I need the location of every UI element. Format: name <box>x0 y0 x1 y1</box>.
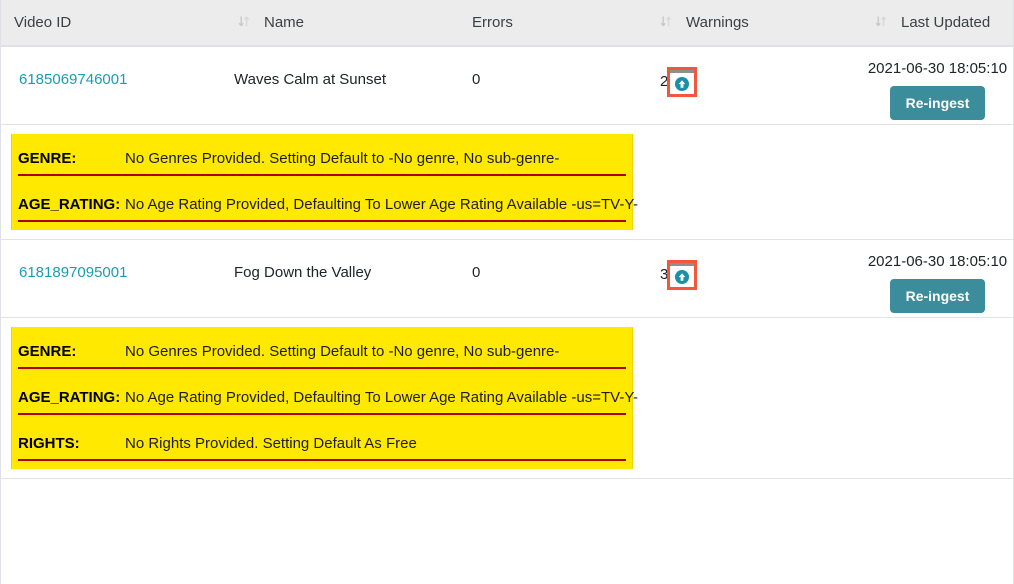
cell-errors: 0 <box>472 264 481 281</box>
arrow-up-circle-icon <box>674 269 690 285</box>
cell-errors: 0 <box>472 71 481 88</box>
warnings-toggle-button[interactable] <box>667 67 698 97</box>
sort-updown-icon[interactable] <box>660 15 672 30</box>
warnings-panel: GENRE: No Genres Provided. Setting Defau… <box>11 327 638 469</box>
cell-video-id: 6185069746001 <box>1 47 225 124</box>
cell-video-id: 6181897095001 <box>1 240 225 317</box>
column-header-last-updated-label: Last Updated <box>901 14 991 31</box>
warning-key: GENRE: <box>18 150 77 167</box>
column-header-video-id[interactable]: Video ID <box>1 14 225 31</box>
warning-entry: AGE_RATING: No Age Rating Provided, Defa… <box>12 369 638 415</box>
sort-updown-icon[interactable] <box>238 15 250 30</box>
last-updated-timestamp: 2021-06-30 18:05:10 <box>867 253 1008 270</box>
warning-entry: GENRE: No Genres Provided. Setting Defau… <box>12 327 632 369</box>
warning-entry: AGE_RATING: No Age Rating Provided, Defa… <box>12 176 638 222</box>
table-row: 6181897095001 Fog Down the Valley 0 3 20… <box>1 240 1013 318</box>
warning-key: AGE_RATING: <box>18 196 121 213</box>
warning-value: No Genres Provided. Setting Default to -… <box>125 150 560 167</box>
column-header-errors[interactable]: Errors <box>439 14 647 31</box>
warnings-panel: GENRE: No Genres Provided. Setting Defau… <box>11 134 638 230</box>
column-header-name-label: Name <box>264 14 305 31</box>
warning-value: No Rights Provided. Setting Default As F… <box>125 435 417 452</box>
column-header-video-id-label: Video ID <box>14 14 72 31</box>
last-updated-timestamp: 2021-06-30 18:05:10 <box>867 60 1008 77</box>
table-header-row: Video ID Name Errors Warnings Last Updat… <box>1 0 1013 47</box>
warnings-count: 2 <box>660 73 669 90</box>
reingest-button[interactable]: Re-ingest <box>889 86 986 120</box>
cell-last-updated: 2021-06-30 18:05:10 Re-ingest <box>862 240 1013 317</box>
cell-last-updated: 2021-06-30 18:05:10 Re-ingest <box>862 47 1013 124</box>
cell-name: Fog Down the Valley <box>234 264 372 281</box>
warning-value: No Genres Provided. Setting Default to -… <box>125 343 560 360</box>
warning-entry: GENRE: No Genres Provided. Setting Defau… <box>12 134 632 176</box>
cell-name: Waves Calm at Sunset <box>234 71 386 88</box>
video-id-link[interactable]: 6185069746001 <box>19 71 127 88</box>
warnings-count: 3 <box>660 266 669 283</box>
table-row: 6185069746001 Waves Calm at Sunset 0 2 2… <box>1 47 1013 125</box>
warning-key: AGE_RATING: <box>18 389 121 406</box>
warning-value: No Age Rating Provided, Defaulting To Lo… <box>125 196 638 213</box>
warning-value: No Age Rating Provided, Defaulting To Lo… <box>125 389 638 406</box>
column-header-warnings[interactable]: Warnings <box>647 14 862 31</box>
warning-key: GENRE: <box>18 343 77 360</box>
arrow-up-circle-icon <box>674 76 690 92</box>
column-header-errors-label: Errors <box>472 14 513 31</box>
warnings-detail-row: GENRE: No Genres Provided. Setting Defau… <box>1 134 1013 240</box>
video-id-link[interactable]: 6181897095001 <box>19 264 127 281</box>
column-header-name[interactable]: Name <box>225 14 439 31</box>
video-ingest-table: Video ID Name Errors Warnings Last Updat… <box>0 0 1014 584</box>
warning-entry: RIGHTS: No Rights Provided. Setting Defa… <box>12 415 632 461</box>
cell-warnings: 3 <box>647 240 862 317</box>
cell-warnings: 2 <box>647 47 862 124</box>
sort-updown-icon[interactable] <box>875 15 887 30</box>
warnings-toggle-button[interactable] <box>667 260 698 290</box>
column-header-last-updated[interactable]: Last Updated <box>862 14 1013 31</box>
warning-key: RIGHTS: <box>18 435 80 452</box>
column-header-warnings-label: Warnings <box>686 14 749 31</box>
warnings-detail-row: GENRE: No Genres Provided. Setting Defau… <box>1 327 1013 479</box>
reingest-button[interactable]: Re-ingest <box>889 279 986 313</box>
